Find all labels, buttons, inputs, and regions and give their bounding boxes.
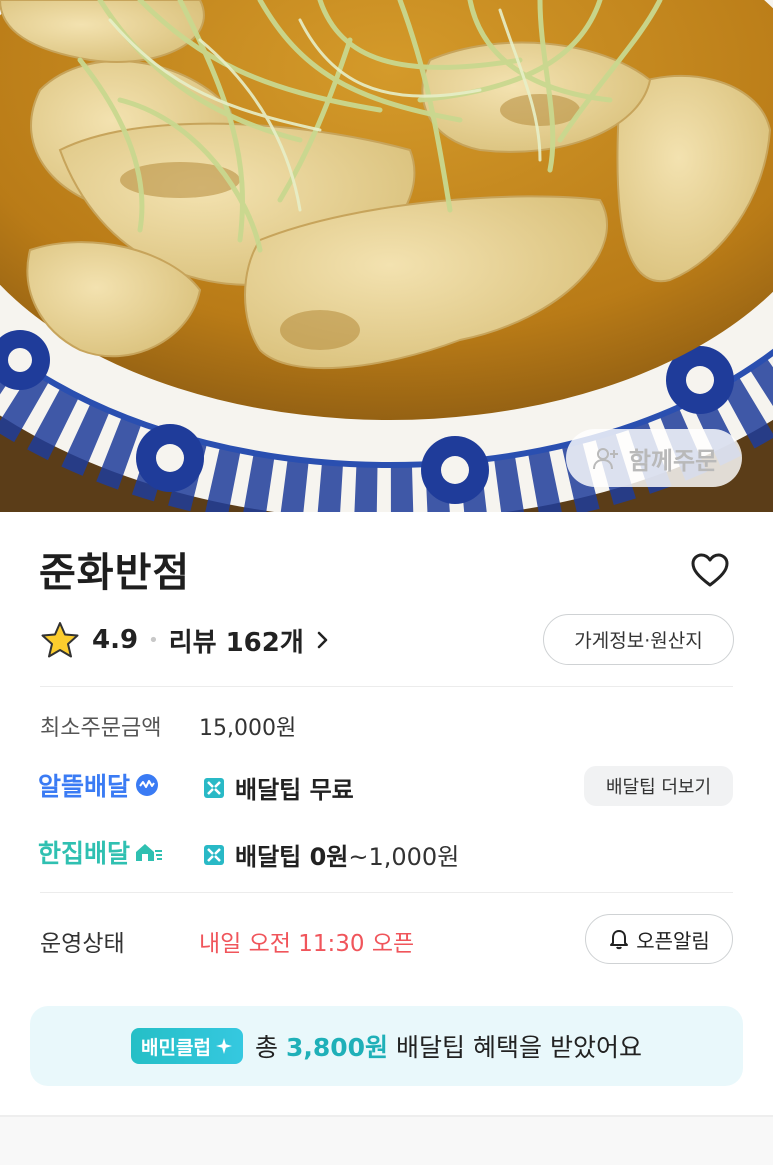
separator-dot: • (148, 629, 159, 651)
operation-status-label: 운영상태 (40, 931, 125, 957)
add-person-icon (592, 448, 618, 470)
tip-badge-icon (204, 844, 224, 865)
more-tip-button[interactable]: 배달팁 더보기 (584, 766, 733, 806)
alttl-badge-icon (136, 774, 159, 796)
divider (40, 892, 733, 893)
club-amount: 3,800원 (285, 1033, 389, 1062)
club-chip-label: 배민클럽 (141, 1036, 211, 1059)
store-hero-photo: 함께주문 (0, 0, 773, 512)
min-order-value: 15,000원 (199, 716, 297, 741)
chevron-right-icon (317, 631, 328, 649)
alttl-delivery-brand: 알뜰배달 (38, 767, 160, 803)
hanjip-delivery-brand: 한집배달 (38, 834, 164, 870)
alttl-tip-label: 배달팁 무료 (235, 776, 354, 804)
hanjip-tip: 배달팁 0원 ~1,000원 (203, 837, 459, 872)
alttl-tip: 배달팁 무료 (203, 770, 354, 805)
bell-icon (610, 930, 629, 950)
star-icon (41, 622, 79, 658)
store-info-button[interactable]: 가게정보·원산지 (543, 614, 734, 665)
open-alarm-button[interactable]: 오픈알림 (585, 914, 733, 964)
review-count: 리뷰 162개 (168, 627, 304, 658)
open-alarm-label: 오픈알림 (636, 928, 710, 953)
together-order-button[interactable]: 함께주문 (566, 429, 742, 487)
baemin-club-chip: 배민클럽 (131, 1028, 243, 1064)
hanjip-tip-bold: 배달팁 0원 (235, 843, 349, 871)
together-order-label: 함께주문 (628, 446, 718, 475)
hanjip-brand-label: 한집배달 (38, 839, 131, 868)
club-suffix: 배달팁 혜택을 받았어요 (396, 1033, 642, 1062)
tip-badge-icon (204, 777, 224, 798)
rating-row: 4.9 • 리뷰 162개 (40, 618, 332, 662)
min-order-label: 최소주문금액 (40, 716, 162, 741)
hanjip-tip-tail: ~1,000원 (348, 843, 460, 871)
club-benefit-text: 총 3,800원 배달팁 혜택을 받았어요 (255, 1028, 642, 1064)
baemin-club-banner[interactable]: 배민클럽 총 3,800원 배달팁 혜택을 받았어요 (30, 1006, 743, 1086)
sparkle-icon (215, 1038, 232, 1054)
divider (40, 686, 733, 687)
section-gap (0, 1117, 773, 1165)
heart-icon[interactable] (690, 551, 730, 591)
hanjip-house-icon (136, 844, 163, 861)
alttl-brand-label: 알뜰배달 (38, 772, 131, 801)
rating-value: 4.9 (92, 625, 139, 655)
operation-status-value: 내일 오전 11:30 오픈 (199, 931, 415, 957)
store-name: 준화반점 (39, 550, 191, 596)
review-link[interactable]: 리뷰 162개 (169, 622, 332, 659)
club-prefix: 총 (254, 1033, 278, 1062)
